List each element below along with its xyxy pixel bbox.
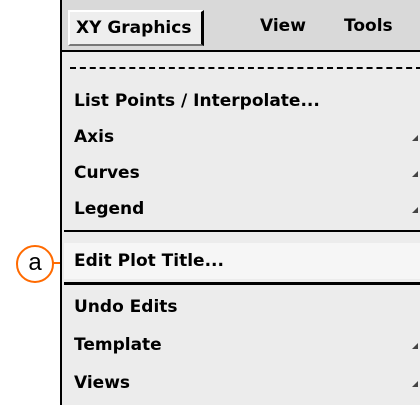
menu-item-label: Legend bbox=[74, 199, 145, 219]
menu-item-label: Views bbox=[74, 373, 131, 393]
tab-xy-graphics[interactable]: XY Graphics bbox=[68, 10, 205, 46]
menu-item-label: Curves bbox=[74, 163, 140, 183]
submenu-arrow-icon bbox=[412, 343, 418, 349]
tab-tools[interactable]: Tools bbox=[344, 10, 393, 42]
submenu-arrow-icon bbox=[412, 381, 418, 387]
menu-item-label: List Points / Interpolate... bbox=[74, 91, 320, 111]
menu-item-label: Template bbox=[74, 335, 162, 355]
menu-bar: XY Graphics View Tools bbox=[62, 0, 420, 52]
menu-item-label: Edit Plot Title... bbox=[74, 251, 224, 271]
menu-separator bbox=[64, 282, 420, 285]
menu-item-edit-plot-title[interactable]: Edit Plot Title... bbox=[64, 243, 420, 279]
menu-item-curves[interactable]: Curves bbox=[64, 155, 420, 191]
menu-item-list-points[interactable]: List Points / Interpolate... bbox=[64, 83, 420, 119]
menu-item-template[interactable]: Template bbox=[64, 327, 420, 363]
submenu-arrow-icon bbox=[412, 207, 418, 213]
menu-separator bbox=[64, 230, 420, 232]
menu-item-label: Axis bbox=[74, 127, 115, 147]
callout-marker: a bbox=[16, 245, 54, 283]
menu-item-views[interactable]: Views bbox=[64, 365, 420, 401]
menu-item-undo-edits[interactable]: Undo Edits bbox=[64, 289, 420, 325]
tab-view[interactable]: View bbox=[260, 10, 306, 42]
submenu-arrow-icon bbox=[412, 135, 418, 141]
xy-graphics-menu: XY Graphics View Tools List Points / Int… bbox=[60, 0, 420, 405]
tear-off-line[interactable] bbox=[70, 67, 420, 69]
submenu-arrow-icon bbox=[412, 171, 418, 177]
menu-item-legend[interactable]: Legend bbox=[64, 191, 420, 227]
menu-item-axis[interactable]: Axis bbox=[64, 119, 420, 155]
menu-item-label: Undo Edits bbox=[74, 297, 178, 317]
